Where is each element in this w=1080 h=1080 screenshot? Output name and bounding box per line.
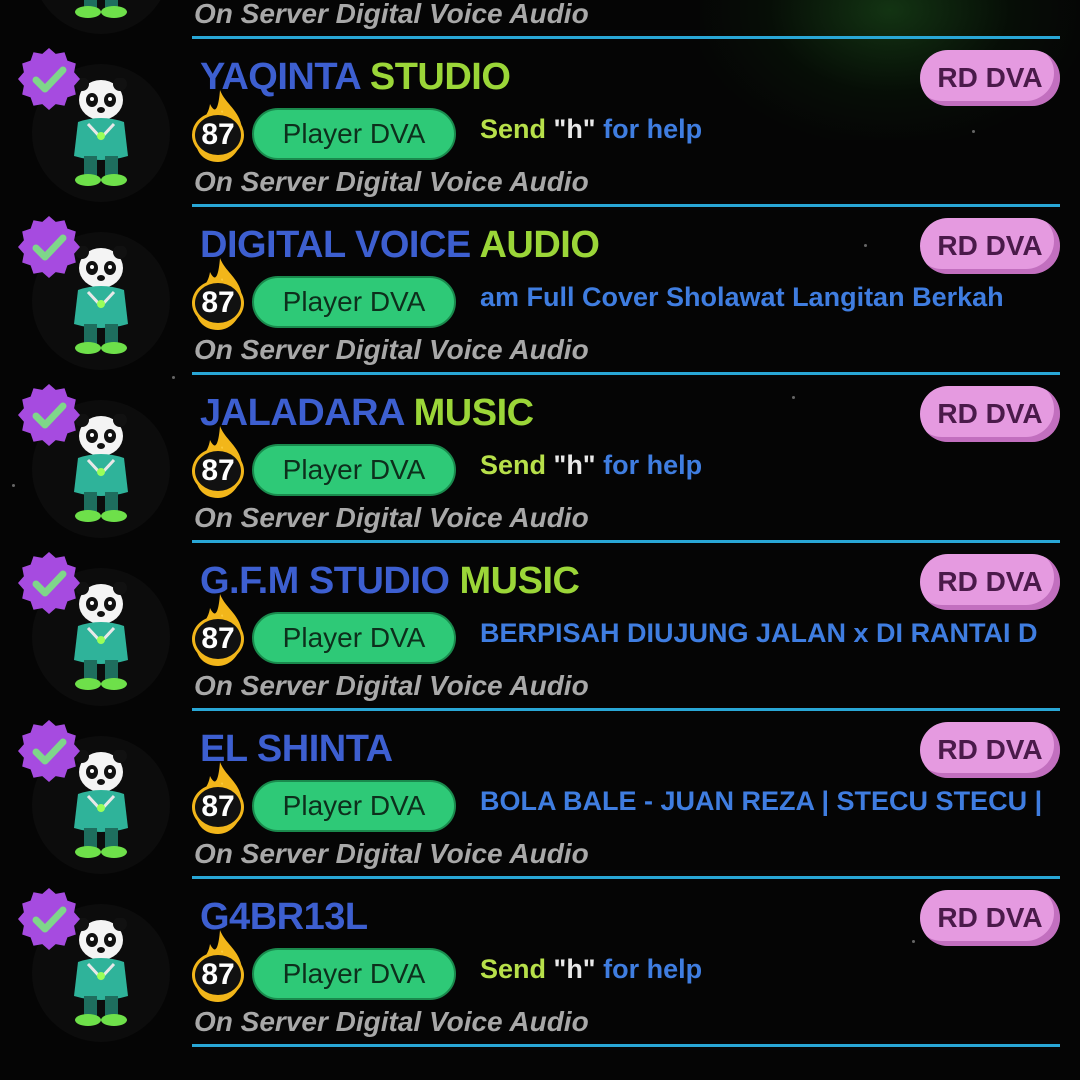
server-label: On Server Digital Voice Audio — [194, 1006, 589, 1037]
status-text: Send "h" for help — [480, 450, 703, 480]
member-row[interactable]: EL SHINTA RD DVA 87 Player DVA BOLA BALE - J… — [0, 672, 1080, 879]
now-playing-text: BERPISAH DIUJUNG JALAN x DI RANTAI D — [480, 618, 1038, 648]
verified-badge-icon — [18, 384, 80, 446]
role-badge[interactable]: RD DVA — [920, 722, 1060, 778]
member-list: On Server Digital Voice Audio YAQINTA STU… — [0, 0, 1080, 1047]
role-badge[interactable]: RD DVA — [920, 218, 1060, 274]
now-playing-text: BOLA BALE - JUAN REZA | STECU STECU | — [480, 786, 1043, 816]
role-badge[interactable]: RD DVA — [920, 50, 1060, 106]
member-row[interactable]: G.F.M STUDIO MUSIC RD DVA 87 Player DVA BERP… — [0, 504, 1080, 711]
player-badge[interactable]: Player DVA — [252, 948, 456, 1000]
verified-badge-icon — [18, 888, 80, 950]
member-name: G.F.M STUDIO MUSIC — [200, 560, 580, 602]
level-badge: 87 — [192, 784, 244, 830]
player-badge[interactable]: Player DVA — [252, 780, 456, 832]
role-badge[interactable]: RD DVA — [920, 554, 1060, 610]
verified-badge-icon — [18, 720, 80, 782]
member-row[interactable]: YAQINTA STUDIO RD DVA 87 Player DVA Send "h"… — [0, 0, 1080, 207]
now-playing-text: am Full Cover Sholawat Langitan Berkah — [480, 282, 1004, 312]
verified-badge-icon — [18, 552, 80, 614]
member-row[interactable]: DIGITAL VOICE AUDIO RD DVA 87 Player DVA am … — [0, 168, 1080, 375]
member-row[interactable]: G4BR13L RD DVA 87 Player DVA Send "h" for he… — [0, 840, 1080, 1047]
status-text: Send "h" for help — [480, 114, 703, 144]
level-badge: 87 — [192, 280, 244, 326]
status-text: Send "h" for help — [480, 954, 703, 984]
player-badge[interactable]: Player DVA — [252, 444, 456, 496]
player-badge[interactable]: Player DVA — [252, 108, 456, 160]
member-row[interactable]: JALADARA MUSIC RD DVA 87 Player DVA Send "h"… — [0, 336, 1080, 543]
player-badge[interactable]: Player DVA — [252, 612, 456, 664]
level-badge: 87 — [192, 112, 244, 158]
player-badge[interactable]: Player DVA — [252, 276, 456, 328]
role-badge[interactable]: RD DVA — [920, 890, 1060, 946]
verified-badge-icon — [18, 216, 80, 278]
level-badge: 87 — [192, 616, 244, 662]
row-divider — [192, 1044, 1060, 1047]
member-name: DIGITAL VOICE AUDIO — [200, 224, 600, 266]
verified-badge-icon — [18, 48, 80, 110]
level-badge: 87 — [192, 952, 244, 998]
level-badge: 87 — [192, 448, 244, 494]
role-badge[interactable]: RD DVA — [920, 386, 1060, 442]
